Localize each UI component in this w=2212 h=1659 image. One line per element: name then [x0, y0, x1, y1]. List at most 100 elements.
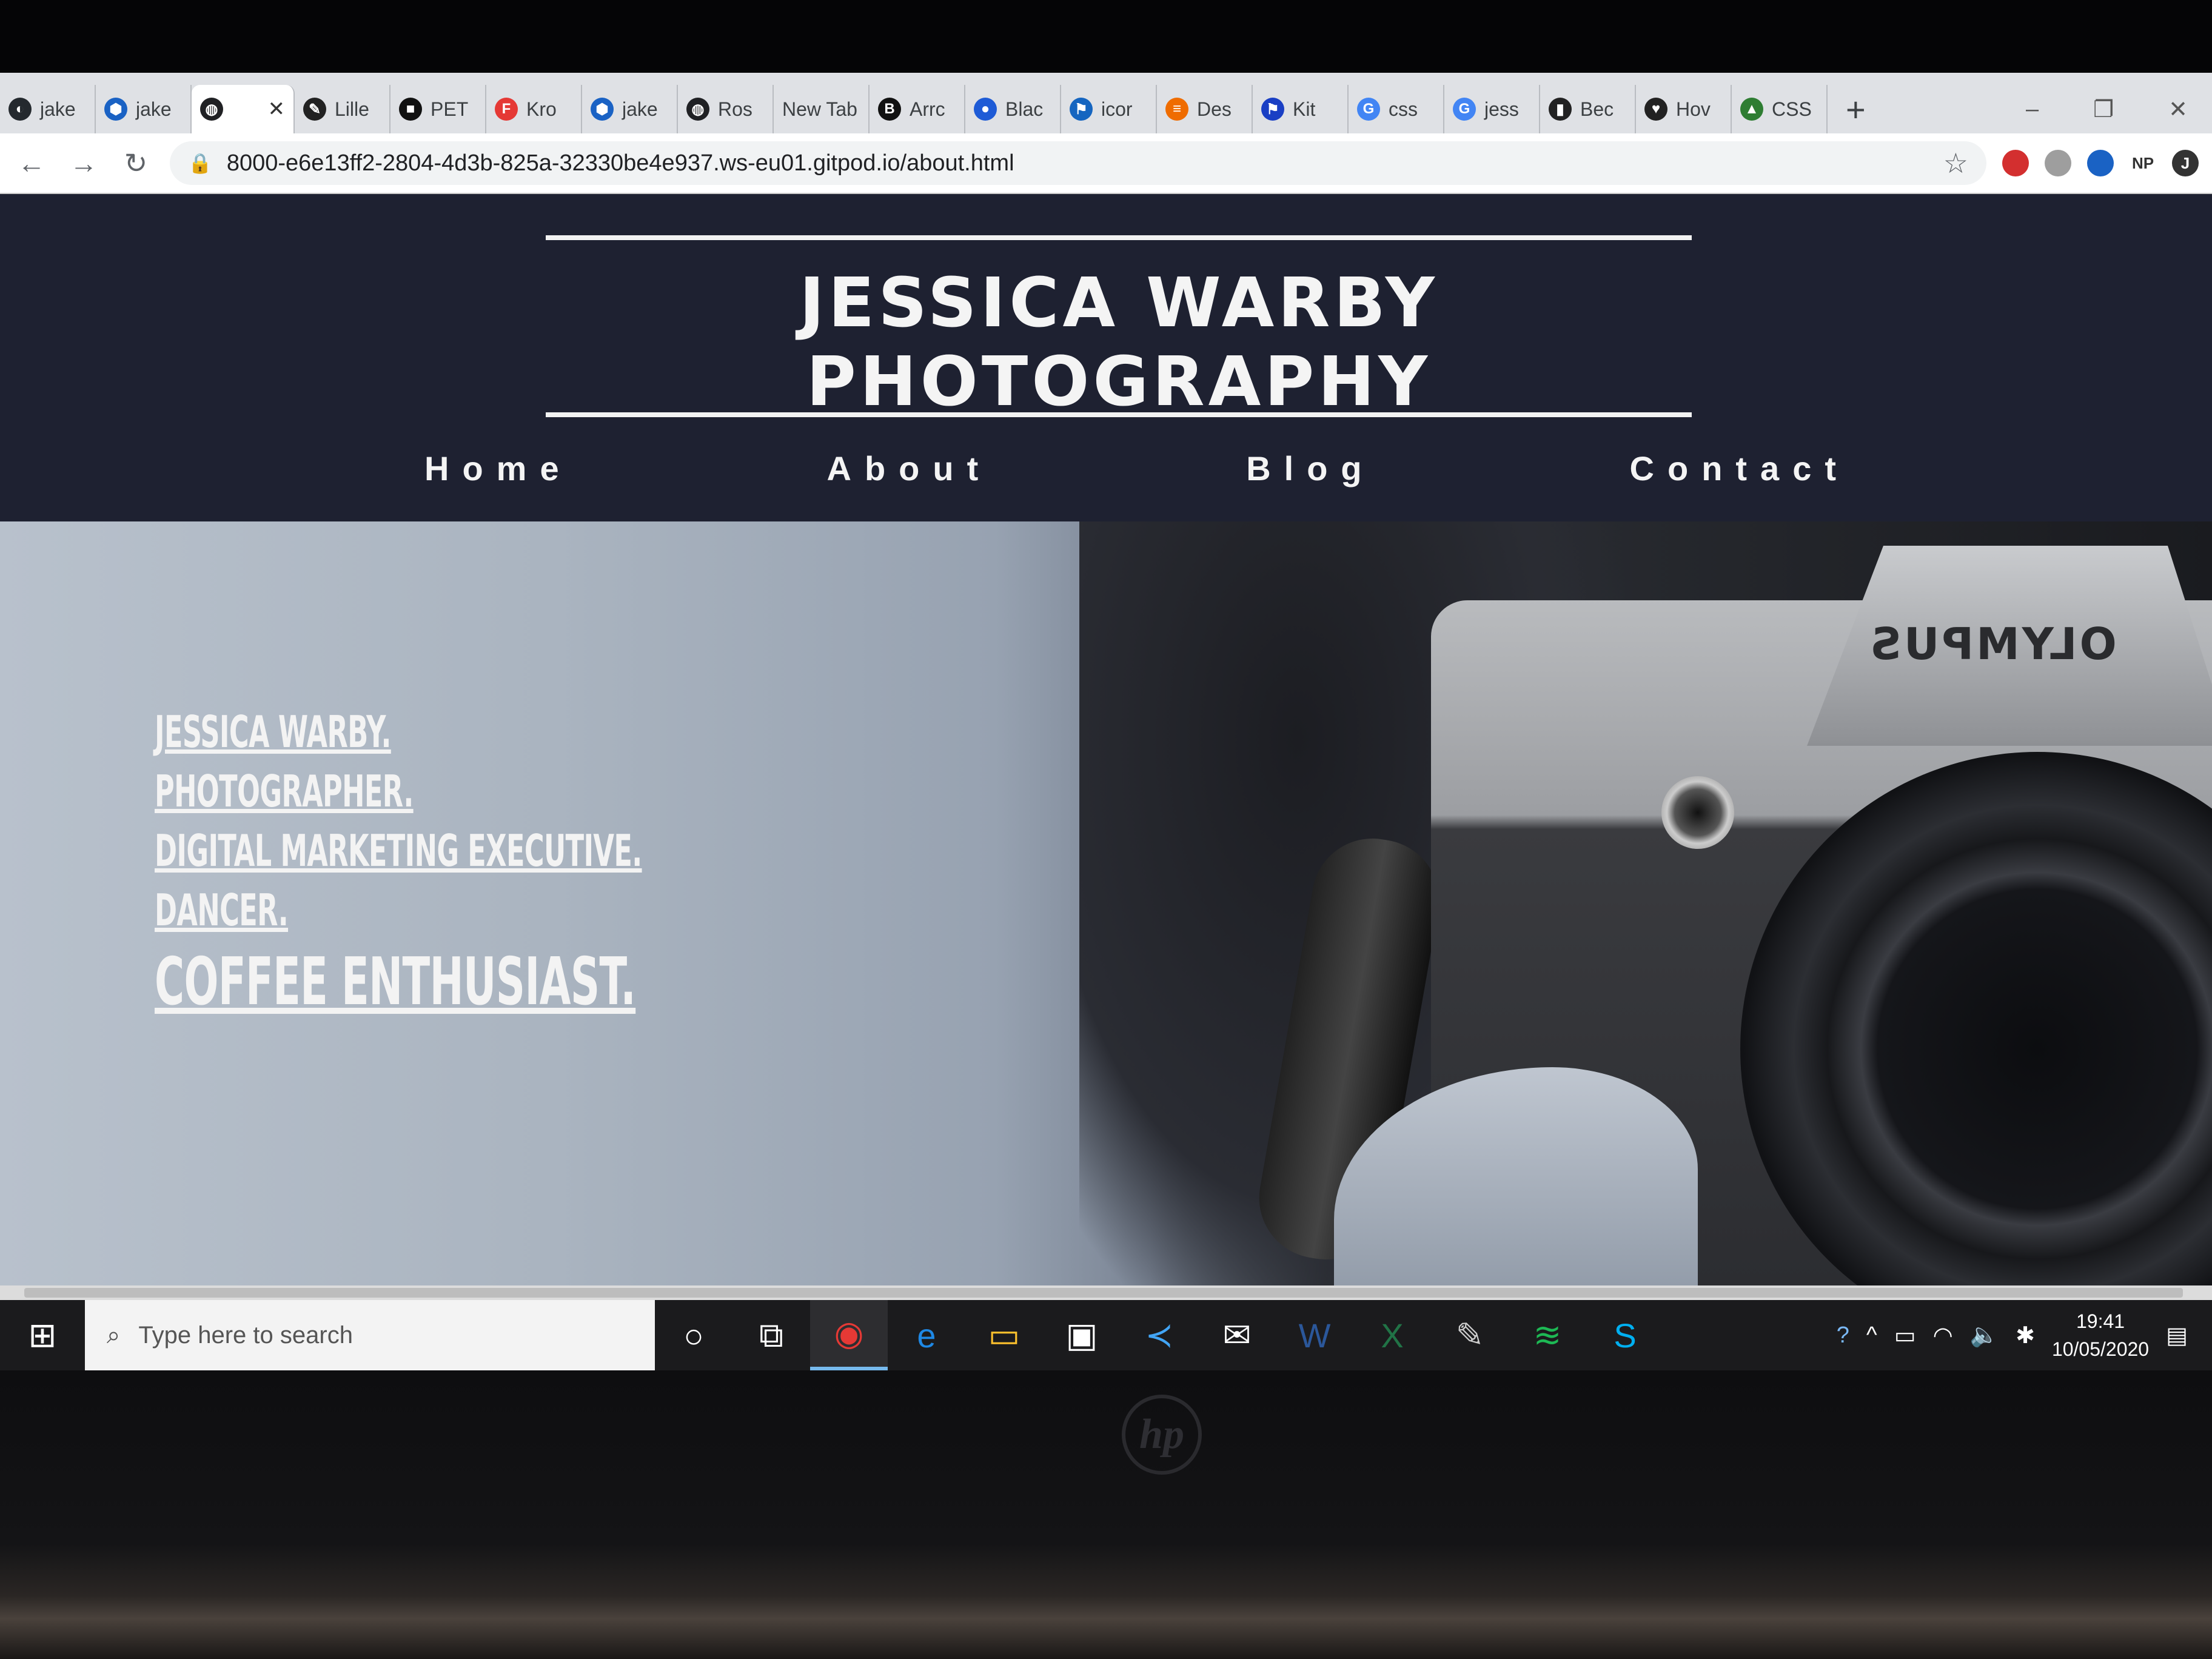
- browser-tab[interactable]: F Kro: [486, 85, 582, 133]
- browser-tab[interactable]: ⬢ jake: [96, 85, 192, 133]
- flickr-icon: ●: [974, 98, 997, 121]
- notifications-icon[interactable]: ▤: [2166, 1322, 2188, 1349]
- google-icon: G: [1453, 98, 1476, 121]
- forward-button[interactable]: →: [65, 147, 102, 179]
- excel-glyph: X: [1381, 1316, 1404, 1355]
- site-nav: Home About Blog Contact: [424, 449, 1849, 488]
- pen-app-icon[interactable]: ✎: [1431, 1300, 1509, 1370]
- browser-tab[interactable]: ✎ Lille: [295, 85, 390, 133]
- minimize-button[interactable]: –: [2026, 96, 2039, 122]
- vscode-icon[interactable]: ≺: [1121, 1300, 1198, 1370]
- shield-ext-icon[interactable]: [2002, 150, 2029, 176]
- google-icon: G: [1357, 98, 1380, 121]
- browser-tab[interactable]: ▲ CSS: [1732, 85, 1828, 133]
- reload-button[interactable]: ↻: [118, 147, 154, 179]
- tab-label: Kit: [1293, 98, 1316, 120]
- hp-logo: hp: [1122, 1395, 1202, 1475]
- dropbox-icon[interactable]: ✱: [2016, 1322, 2035, 1349]
- back-button[interactable]: ←: [13, 147, 50, 179]
- browser-tab[interactable]: ⚑ Kit: [1253, 85, 1349, 133]
- hero-line-coffee[interactable]: COFFEE ENTHUSIAST.: [155, 944, 642, 1020]
- hex-ext-icon[interactable]: [2087, 150, 2114, 176]
- hero-line-photographer[interactable]: PHOTOGRAPHER.: [155, 766, 642, 817]
- browser-tab[interactable]: ⚑ icor: [1061, 85, 1157, 133]
- taskbar-search-box[interactable]: ⌕ Type here to search: [85, 1300, 655, 1370]
- taskbar-clock[interactable]: 19:41 10/05/2020: [2052, 1307, 2149, 1363]
- edge-icon[interactable]: e: [888, 1300, 965, 1370]
- chart-icon: ▲: [1740, 98, 1763, 121]
- excel-icon[interactable]: X: [1353, 1300, 1431, 1370]
- site-brand-title[interactable]: JESSICA WARBY PHOTOGRAPHY: [546, 264, 1692, 421]
- browser-tab[interactable]: ◍ ✕: [192, 85, 295, 133]
- browser-tab[interactable]: Gjess: [1444, 85, 1540, 133]
- spotify-icon[interactable]: ≋: [1509, 1300, 1586, 1370]
- browser-tab[interactable]: B Arrc: [870, 85, 965, 133]
- show-hidden-icons-icon[interactable]: ^: [1866, 1322, 1877, 1349]
- nav-blog-link[interactable]: Blog: [1246, 449, 1375, 488]
- tab-label: PET: [431, 98, 469, 120]
- tab-label: Blac: [1005, 98, 1044, 120]
- word-icon[interactable]: W: [1276, 1300, 1353, 1370]
- scrollbar-thumb[interactable]: [24, 1288, 2183, 1298]
- tab-label: Arrc: [910, 98, 945, 120]
- browser-tab[interactable]: ⬢ jake: [582, 85, 678, 133]
- flag-icon: ⚑: [1261, 98, 1284, 121]
- browser-tab[interactable]: ● Blac: [965, 85, 1061, 133]
- task-view-icon[interactable]: ⧉: [732, 1300, 810, 1370]
- help-tray-icon[interactable]: ?: [1837, 1322, 1849, 1349]
- browser-tab[interactable]: ◐ jake: [0, 85, 96, 133]
- skype-icon[interactable]: S: [1586, 1300, 1664, 1370]
- f-icon: F: [495, 98, 518, 121]
- browser-toolbar: ← → ↻ 🔒 8000-e6e13ff2-2804-4d3b-825a-323…: [0, 133, 2212, 194]
- battery-icon[interactable]: ▭: [1894, 1322, 1916, 1349]
- store-glyph: ▣: [1065, 1316, 1098, 1354]
- browser-tab[interactable]: ▮ Bec: [1540, 85, 1636, 133]
- tab-label: jake: [136, 98, 172, 120]
- windows-taskbar: ⊞ ⌕ Type here to search ○ ⧉ ◉ e ▭ ▣ ≺ ✉ W X ✎ ≋ S ? …: [0, 1300, 2212, 1370]
- browser-tab[interactable]: ≡ Des: [1157, 85, 1253, 133]
- website-viewport: JESSICA WARBY PHOTOGRAPHY Home About Blo…: [0, 194, 2212, 1285]
- cortana-glyph: ○: [683, 1316, 704, 1355]
- wifi-icon[interactable]: ◠: [1933, 1322, 1953, 1349]
- np-ext-icon[interactable]: NP: [2130, 150, 2156, 176]
- new-tab-button[interactable]: +: [1828, 85, 1884, 133]
- windows-start-button[interactable]: ⊞: [0, 1300, 85, 1370]
- vscode-glyph: ≺: [1145, 1316, 1174, 1354]
- volume-icon[interactable]: 🔈: [1970, 1322, 1999, 1349]
- address-bar[interactable]: 🔒 8000-e6e13ff2-2804-4d3b-825a-32330be4e…: [170, 141, 1986, 185]
- file-explorer-glyph: ▭: [988, 1316, 1021, 1354]
- hero-line-marketing[interactable]: DIGITAL MARKETING EXECUTIVE.: [155, 825, 642, 876]
- flag-icon: ⚑: [1070, 98, 1093, 121]
- browser-tab[interactable]: ■ PET: [390, 85, 486, 133]
- bookmark-star-icon[interactable]: ☆: [1943, 147, 1968, 179]
- nav-home-link[interactable]: Home: [424, 449, 572, 488]
- nav-contact-link[interactable]: Contact: [1630, 449, 1849, 488]
- maximize-button[interactable]: ❐: [2093, 96, 2114, 123]
- hero-line-dancer[interactable]: DANCER.: [155, 885, 642, 936]
- tab-label: Kro: [526, 98, 557, 120]
- close-tab-icon[interactable]: ✕: [268, 97, 286, 121]
- chrome-icon[interactable]: ◉: [810, 1300, 888, 1370]
- horizontal-scrollbar[interactable]: [0, 1285, 2212, 1300]
- browser-tab[interactable]: New Tab: [774, 85, 870, 133]
- camera-brand-text: OLYMPUS: [1868, 618, 2117, 669]
- github-icon: ◐: [8, 98, 32, 121]
- profile-avatar[interactable]: J: [2172, 150, 2199, 176]
- close-window-button[interactable]: ✕: [2168, 96, 2188, 123]
- nav-about-link[interactable]: About: [827, 449, 992, 488]
- mail-icon[interactable]: ✉: [1198, 1300, 1276, 1370]
- browser-tab[interactable]: ◍ Ros: [678, 85, 774, 133]
- globe-icon: ◍: [686, 98, 709, 121]
- file-explorer-icon[interactable]: ▭: [965, 1300, 1043, 1370]
- browser-tab[interactable]: Gcss: [1349, 85, 1444, 133]
- taskbar-apps: ○ ⧉ ◉ e ▭ ▣ ≺ ✉ W X ✎ ≋ S: [655, 1300, 1664, 1370]
- cortana-icon[interactable]: ○: [655, 1300, 732, 1370]
- hero-line-name[interactable]: JESSICA WARBY.: [155, 706, 642, 757]
- store-icon[interactable]: ▣: [1043, 1300, 1121, 1370]
- stack-icon: ≡: [1165, 98, 1188, 121]
- tab-label: css: [1389, 98, 1418, 120]
- box-ext-icon[interactable]: [2045, 150, 2071, 176]
- tab-label: icor: [1101, 98, 1133, 120]
- tab-label: jess: [1484, 98, 1519, 120]
- browser-tab[interactable]: ♥ Hov: [1636, 85, 1732, 133]
